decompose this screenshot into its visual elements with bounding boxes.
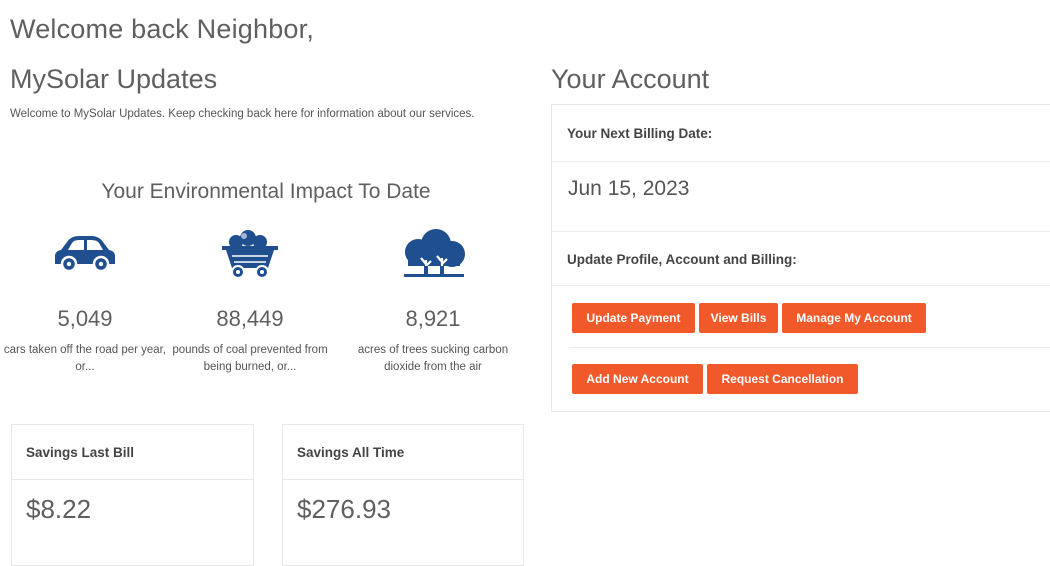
savings-all-time-card: Savings All Time $276.93 — [282, 424, 524, 566]
request-cancellation-button[interactable]: Request Cancellation — [707, 364, 858, 394]
add-new-account-button[interactable]: Add New Account — [572, 364, 703, 394]
update-payment-button[interactable]: Update Payment — [572, 303, 695, 333]
trees-value: 8,921 — [405, 306, 461, 331]
divider — [570, 347, 1050, 348]
savings-last-bill-value: $8.22 — [26, 494, 92, 524]
cars-desc: cars taken off the road per year, or... — [3, 344, 167, 373]
cars-value: 5,049 — [57, 306, 113, 331]
coal-cart-icon — [165, 226, 335, 282]
impact-title: Your Environmental Impact To Date — [101, 180, 431, 203]
view-bills-button[interactable]: View Bills — [699, 303, 778, 333]
savings-last-bill-label: Savings Last Bill — [12, 425, 253, 480]
trees-icon — [348, 226, 518, 282]
account-panel: Your Next Billing Date: Jun 15, 2023 Upd… — [551, 104, 1050, 412]
trees-desc: acres of trees sucking carbon dioxide fr… — [357, 344, 509, 373]
coal-desc: pounds of coal prevented from being burn… — [172, 344, 328, 373]
next-billing-label: Your Next Billing Date: — [567, 125, 713, 141]
divider — [552, 231, 1050, 232]
impact-trees: 8,921 acres of trees sucking carbon diox… — [348, 226, 518, 376]
account-title: Your Account — [551, 64, 710, 94]
divider — [552, 285, 1050, 286]
car-icon — [0, 226, 170, 282]
savings-last-bill-card: Savings Last Bill $8.22 — [11, 424, 254, 566]
manage-account-button[interactable]: Manage My Account — [782, 303, 926, 333]
impact-coal: 88,449 pounds of coal prevented from bei… — [165, 226, 335, 376]
updates-title: MySolar Updates — [10, 64, 218, 94]
welcome-heading: Welcome back Neighbor, — [10, 14, 315, 44]
coal-value: 88,449 — [216, 306, 284, 331]
savings-all-time-label: Savings All Time — [283, 425, 523, 480]
impact-cars: 5,049 cars taken off the road per year, … — [0, 226, 170, 376]
next-billing-date: Jun 15, 2023 — [568, 177, 690, 200]
savings-all-time-value: $276.93 — [297, 494, 391, 524]
divider — [552, 161, 1050, 162]
updates-text: Welcome to MySolar Updates. Keep checkin… — [10, 108, 475, 120]
update-profile-label: Update Profile, Account and Billing: — [567, 251, 797, 267]
